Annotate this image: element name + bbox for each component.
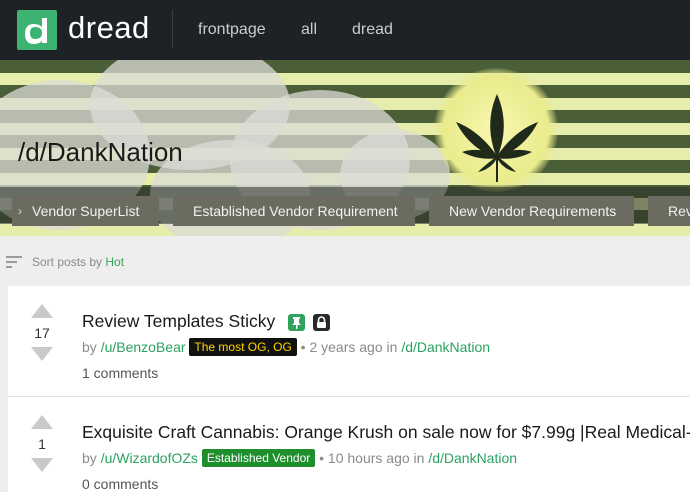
nav-link-all[interactable]: all: [301, 21, 317, 39]
author-link[interactable]: /u/WizardofOZs: [101, 450, 198, 466]
upvote-arrow-icon[interactable]: [31, 415, 53, 429]
tab-label: Rev: [668, 203, 690, 219]
sort-value-link[interactable]: Hot: [105, 255, 124, 269]
comments-link[interactable]: 0 comments: [82, 476, 158, 492]
meta-by: by: [82, 450, 97, 466]
tab-vendor-superlist[interactable]: › Vendor SuperList: [12, 196, 159, 226]
post-title-text[interactable]: Exquisite Craft Cannabis: Orange Krush o…: [82, 422, 690, 442]
post-age: • 10 hours ago in: [319, 450, 425, 466]
sort-label: Sort posts by Hot: [32, 255, 124, 269]
cannabis-leaf-icon: [456, 94, 538, 182]
subdread-title[interactable]: /d/DankNation: [18, 137, 183, 168]
post-item: 17 Review Templates Sticky by /u/BenzoBe…: [8, 286, 690, 396]
post-title[interactable]: Review Templates Sticky: [82, 311, 275, 332]
sort-icon[interactable]: [6, 255, 24, 269]
author-link[interactable]: /u/BenzoBear: [101, 339, 186, 355]
tab-rev[interactable]: Rev: [648, 196, 690, 226]
chevron-right-icon: ›: [18, 204, 22, 218]
sort-prefix: Sort posts by: [32, 255, 103, 269]
post-meta: by /u/BenzoBear The most OG, OG • 2 year…: [82, 338, 490, 356]
subdread-link[interactable]: /d/DankNation: [428, 450, 517, 466]
post-title-text[interactable]: Review Templates Sticky: [82, 311, 275, 331]
brand-name[interactable]: dread: [68, 10, 150, 46]
lock-icon: [313, 314, 330, 331]
tab-established-vendor-requirement[interactable]: Established Vendor Requirement: [173, 196, 415, 226]
meta-by: by: [82, 339, 97, 355]
post-title[interactable]: Exquisite Craft Cannabis: Orange Krush o…: [82, 422, 690, 443]
subdread-link[interactable]: /d/DankNation: [401, 339, 490, 355]
sort-bar: Sort posts by Hot: [0, 236, 690, 286]
post-item: 1 Exquisite Craft Cannabis: Orange Krush…: [8, 397, 690, 492]
upvote-arrow-icon[interactable]: [31, 304, 53, 318]
user-flair: Established Vendor: [201, 449, 316, 467]
tab-label: New Vendor Requirements: [449, 203, 617, 219]
top-navbar: dread frontpage all dread: [0, 0, 690, 60]
downvote-arrow-icon[interactable]: [31, 458, 53, 472]
tab-label: Vendor SuperList: [32, 203, 140, 219]
nav-divider: [172, 10, 173, 48]
vote-count: 1: [38, 436, 46, 452]
pin-icon: [288, 314, 305, 331]
downvote-arrow-icon[interactable]: [31, 347, 53, 361]
post-meta: by /u/WizardofOZs Established Vendor • 1…: [82, 449, 517, 467]
tab-label: Established Vendor Requirement: [193, 203, 398, 219]
post-age: • 2 years ago in: [300, 339, 398, 355]
comments-link[interactable]: 1 comments: [82, 365, 158, 381]
nav-link-dread[interactable]: dread: [352, 21, 393, 39]
vote-count: 17: [34, 325, 50, 341]
tab-new-vendor-requirements[interactable]: New Vendor Requirements: [429, 196, 634, 226]
user-flair: The most OG, OG: [189, 338, 297, 356]
dread-logo-icon[interactable]: [17, 10, 57, 50]
nav-link-frontpage[interactable]: frontpage: [198, 21, 266, 39]
